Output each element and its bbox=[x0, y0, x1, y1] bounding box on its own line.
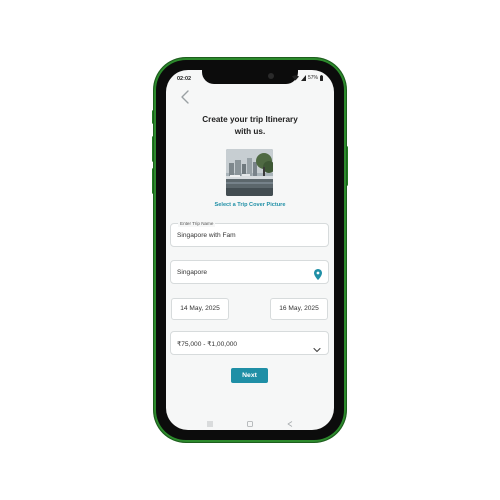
canvas: 02:02 57% Create your trip Itinerary wit… bbox=[0, 0, 500, 500]
android-nav-bar bbox=[166, 408, 334, 430]
status-icons: 57% bbox=[291, 75, 323, 81]
wifi-icon bbox=[291, 75, 299, 81]
chevron-down-icon[interactable] bbox=[313, 340, 321, 353]
destination-input[interactable]: Singapore bbox=[177, 269, 207, 276]
triangle-back-icon[interactable] bbox=[286, 415, 294, 427]
select-cover-picture-link[interactable]: Select a Trip Cover Picture bbox=[166, 202, 334, 208]
trip-name-field[interactable]: Enter Trip Name Singapore with Fam bbox=[170, 220, 329, 247]
battery-icon bbox=[320, 75, 323, 81]
trip-name-input[interactable]: Singapore with Fam bbox=[177, 232, 236, 239]
page-title-line-1: Create your trip Itinerary bbox=[202, 115, 298, 124]
page-title: Create your trip Itinerary with us. bbox=[166, 114, 334, 138]
front-camera bbox=[268, 73, 274, 79]
signal-icon bbox=[300, 75, 306, 81]
budget-selected-value: ₹75,000 - ₹1,00,000 bbox=[177, 341, 238, 348]
page-title-line-2: with us. bbox=[234, 127, 266, 136]
destination-field[interactable]: Singapore bbox=[170, 260, 329, 284]
location-pin-icon[interactable] bbox=[314, 267, 322, 280]
budget-select[interactable]: ₹75,000 - ₹1,00,000 bbox=[170, 331, 329, 355]
square-home-icon[interactable] bbox=[246, 415, 254, 427]
status-time: 02:02 bbox=[177, 76, 192, 82]
phone-screen: 02:02 57% Create your trip Itinerary wit… bbox=[166, 70, 334, 430]
end-date-field[interactable]: 16 May, 2025 bbox=[270, 298, 328, 320]
next-button[interactable]: Next bbox=[231, 368, 268, 383]
notch bbox=[202, 70, 298, 84]
battery-percentage: 57% bbox=[307, 75, 318, 81]
menu-icon[interactable] bbox=[206, 415, 214, 427]
trip-cover-picture[interactable] bbox=[226, 149, 273, 196]
trip-name-label: Enter Trip Name bbox=[178, 220, 216, 227]
start-date-field[interactable]: 14 May, 2025 bbox=[171, 298, 229, 320]
chevron-left-icon[interactable] bbox=[180, 90, 190, 104]
